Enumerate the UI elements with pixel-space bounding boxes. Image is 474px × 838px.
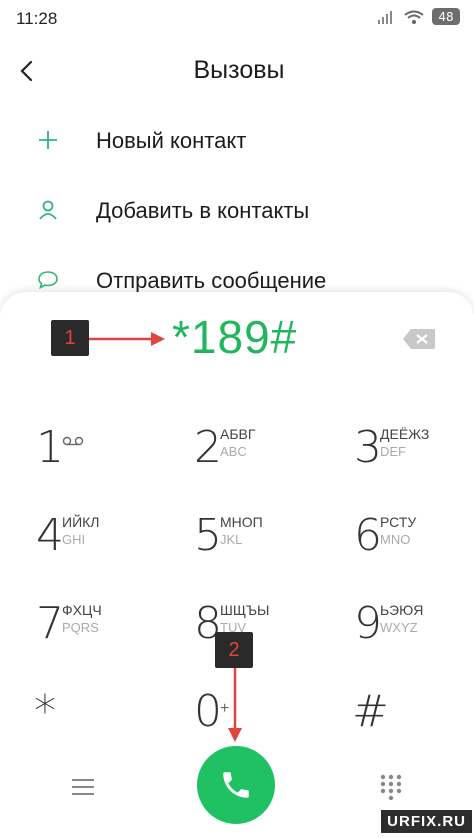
key-letters-cyrillic: ЬЭЮЯ [380,602,424,618]
key-digit: 6 [354,510,382,561]
key-letters-latin: ABC [220,444,247,459]
key-letters-latin: WXYZ [380,620,418,635]
status-time: 11:28 [16,9,58,28]
annotation-badge-2: 2 [215,632,253,668]
status-bar: 11:28 48 [0,0,474,38]
key-digit: 9 [354,598,382,649]
key-letters-latin: JKL [220,532,243,547]
key-9[interactable]: 9 ЬЭЮЯ WXYZ [354,598,474,668]
key-letters-cyrillic: ИЙКЛ [62,514,100,530]
key-letters-cyrillic: ФХЦЧ [62,602,102,618]
watermark: URFIX.RU [381,810,472,833]
key-letters-latin: MNO [380,532,411,547]
page-title: Вызовы [193,56,285,84]
annotation-arrow-right [89,332,165,346]
menu-lines-icon[interactable] [72,778,94,796]
key-3[interactable]: 3 ДЕЁЖЗ DEF [354,422,474,492]
dialpad-icon[interactable] [380,774,402,800]
menu-item-label: Отправить сообщение [96,268,327,293]
header: Вызовы [0,50,474,94]
key-letters-latin: GHI [62,532,86,547]
key-digit: 7 [36,598,64,649]
key-digit: 4 [36,510,64,561]
key-digit: 3 [354,422,382,473]
message-icon [38,271,58,290]
key-digit: 2 [194,422,222,473]
annotation-arrow-down [228,668,242,742]
key-letters-cyrillic: ДЕЁЖЗ [380,426,430,442]
person-icon [39,200,57,220]
key-digit: 5 [194,510,222,561]
key-1[interactable]: 1 [36,422,176,492]
dialed-number: *189# [172,311,298,363]
backspace-icon[interactable] [402,328,436,350]
menu-item-label: Новый контакт [96,128,247,153]
key-letters-cyrillic: АБВГ [220,426,256,442]
key-letters-latin: DEF [380,444,406,459]
key-letters-cyrillic: МНОП [220,514,263,530]
key-letters-cyrillic: РСТУ [380,514,417,530]
signal-icon [378,10,392,24]
annotation-badge-1: 1 [51,320,89,356]
key-digit: * [34,686,56,737]
menu-item-new-contact[interactable]: Новый контакт [0,114,474,170]
wifi-icon [404,10,424,24]
phone-icon [223,772,249,798]
key-digit: 0 [194,686,222,737]
key-7[interactable]: 7 ФХЦЧ PQRS [36,598,176,668]
key-letters-latin: PQRS [62,620,99,635]
key-digit: 1 [36,422,64,473]
key-5[interactable]: 5 МНОП JKL [194,510,334,580]
key-6[interactable]: 6 РСТУ MNO [354,510,474,580]
status-icons: 48 [378,8,460,25]
key-0[interactable]: 0 + [194,686,334,756]
voicemail-icon [62,436,84,446]
plus-icon [39,131,57,149]
key-4[interactable]: 4 ИЙКЛ GHI [36,510,176,580]
menu-item-label: Добавить в контакты [96,198,310,223]
key-2[interactable]: 2 АБВГ ABC [194,422,334,492]
battery-icon: 48 [432,8,460,25]
key-letters-cyrillic: ШЩЪЫ [220,602,270,618]
key-star[interactable]: * [34,686,174,756]
key-digit: # [352,686,389,737]
key-hash[interactable]: # [352,686,474,756]
menu-item-add-to-contacts[interactable]: Добавить в контакты [0,184,474,240]
call-button[interactable] [197,746,275,824]
